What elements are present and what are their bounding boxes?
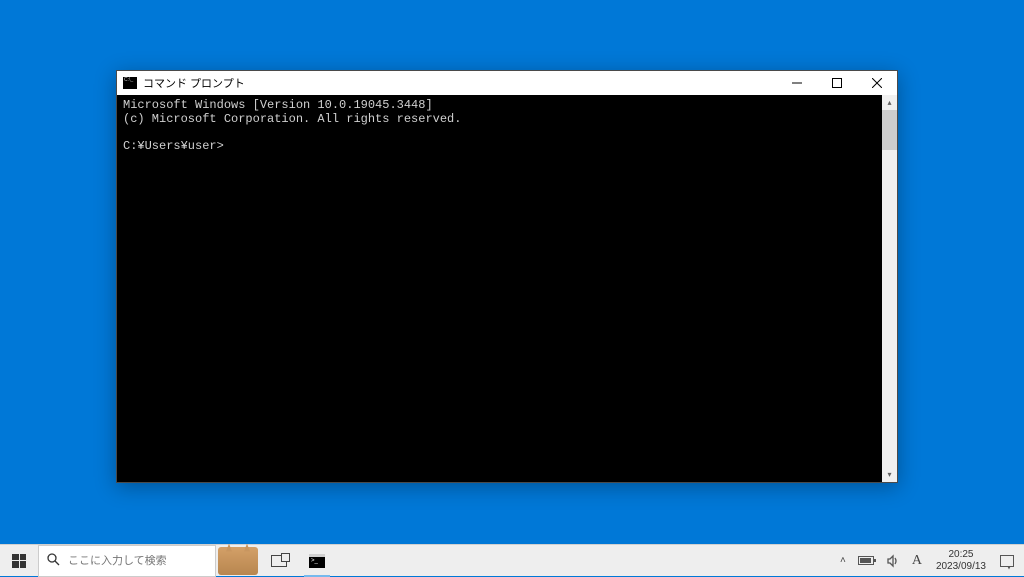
console-line: (c) Microsoft Corporation. All rights re…: [123, 112, 461, 126]
clock-date: 2023/09/13: [936, 561, 986, 573]
console-prompt: C:¥Users¥user>: [123, 139, 224, 153]
scrollbar[interactable]: ▴ ▾: [882, 95, 897, 482]
volume-tray-icon[interactable]: [880, 545, 906, 577]
system-tray: ˄ A 20:25 2023/09/13: [834, 545, 1024, 577]
action-center-button[interactable]: [994, 545, 1020, 577]
clock-time: 20:25: [948, 549, 973, 561]
task-view-icon: [271, 555, 287, 567]
console-area: Microsoft Windows [Version 10.0.19045.34…: [117, 95, 897, 482]
scroll-thumb[interactable]: [882, 110, 897, 150]
notification-icon: [1000, 555, 1014, 567]
cortana-assistant-icon[interactable]: [218, 547, 258, 575]
battery-icon: [858, 556, 874, 565]
search-box[interactable]: [38, 545, 216, 577]
titlebar[interactable]: コマンド プロンプト: [117, 71, 897, 95]
task-view-button[interactable]: [260, 545, 298, 577]
taskbar-app-cmd[interactable]: [298, 545, 336, 577]
search-icon: [47, 553, 60, 569]
start-button[interactable]: [0, 545, 38, 577]
search-input[interactable]: [68, 555, 210, 567]
taskbar: ˄ A 20:25 2023/09/13: [0, 544, 1024, 576]
minimize-button[interactable]: [777, 71, 817, 95]
windows-logo-icon: [12, 554, 26, 568]
close-button[interactable]: [857, 71, 897, 95]
console-line: Microsoft Windows [Version 10.0.19045.34…: [123, 98, 433, 112]
console-content[interactable]: Microsoft Windows [Version 10.0.19045.34…: [117, 95, 882, 482]
command-prompt-window: コマンド プロンプト Microsoft Windows [Version 10…: [116, 70, 898, 483]
clock[interactable]: 20:25 2023/09/13: [928, 549, 994, 573]
scroll-down-button[interactable]: ▾: [882, 467, 897, 482]
cmd-title-icon: [123, 77, 137, 89]
cmd-app-icon: [309, 554, 325, 568]
window-controls: [777, 71, 897, 95]
maximize-button[interactable]: [817, 71, 857, 95]
scroll-up-button[interactable]: ▴: [882, 95, 897, 110]
ime-indicator[interactable]: A: [906, 545, 928, 577]
tray-overflow-button[interactable]: ˄: [834, 545, 852, 577]
battery-tray-icon[interactable]: [852, 545, 880, 577]
window-title: コマンド プロンプト: [143, 75, 245, 91]
